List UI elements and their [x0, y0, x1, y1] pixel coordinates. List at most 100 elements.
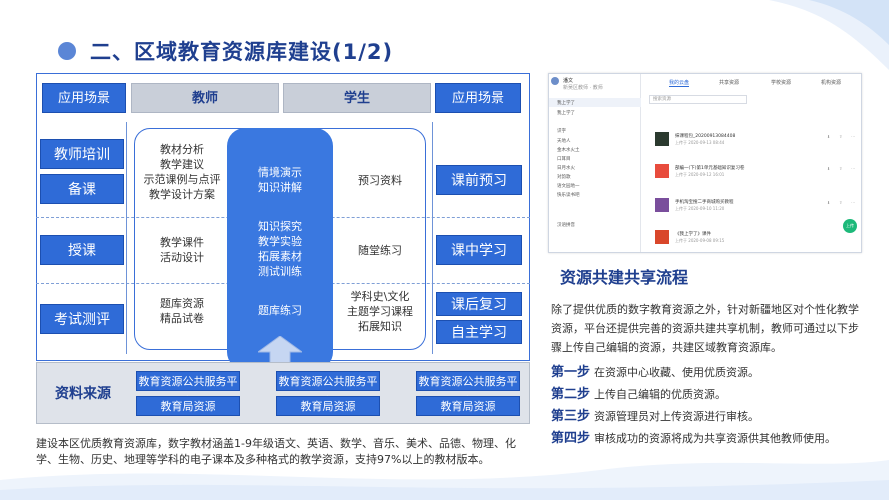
file-thumbnail [655, 132, 669, 146]
header-scene-right: 应用场景 [435, 83, 521, 113]
file-row[interactable]: 部编一(下)第1单元基础知识复习卷 上传于 2020-09-12 16:01 ⬇… [655, 164, 855, 182]
sidebar-item[interactable]: 语文园地一 [557, 183, 580, 189]
file-thumbnail [655, 198, 669, 212]
sidebar-item[interactable]: 识字 [557, 128, 566, 134]
scene-in-class: 课中学习 [436, 235, 522, 265]
step-label: 第四步 [551, 431, 591, 446]
teacher-item: 教学设计方案 [149, 188, 215, 201]
source-label: 资料来源 [55, 386, 111, 402]
share-icon[interactable]: ⇪ [839, 200, 842, 205]
sidebar-item[interactable]: 日月水火 [557, 165, 575, 171]
shared-item: 知识讲解 [258, 181, 302, 194]
file-row[interactable]: 《我上学了》课件 上传于 2020-09-08 09:15 [655, 230, 855, 248]
student-item: 学科史\文化 [350, 290, 410, 303]
shared-item: 拓展素材 [258, 250, 302, 263]
more-icon[interactable]: ⋯ [851, 166, 855, 171]
header-teacher: 教师 [131, 83, 279, 113]
file-row[interactable]: 手机淘宝搜二手商城购买教程 上传于 2020-09-10 11:20 ⬇ ⇪ ⋯ [655, 198, 855, 216]
header-scene-left: 应用场景 [42, 83, 126, 113]
shared-row-2: 知识探究 教学实验 拓展素材 测试训练 [227, 219, 333, 279]
file-title: 部编一(下)第1单元基础知识复习卷 [675, 166, 745, 171]
shared-item: 知识探究 [258, 220, 302, 233]
file-title: 手机淘宝搜二手商城购买教程 [675, 200, 734, 205]
file-date: 上传于 2020-09-08 09:15 [675, 238, 725, 243]
step-1: 第一步 在资源中心收藏、使用优质资源。 [551, 361, 759, 380]
scene-teacher-training: 教师培训 [40, 139, 124, 169]
step-text: 上传自己编辑的优质资源。 [594, 388, 727, 401]
step-3: 第三步 资源管理员对上传资源进行审核。 [551, 405, 759, 424]
header-student: 学生 [283, 83, 431, 113]
step-label: 第三步 [551, 409, 591, 424]
tab-school[interactable]: 学校资源 [771, 79, 791, 86]
user-info: 潘文 新吴区教师 · 教师 [563, 78, 603, 92]
shared-item: 题库练习 [258, 304, 302, 317]
sidebar-item[interactable]: 快乐读书吧 [557, 192, 580, 198]
download-icon[interactable]: ⬇ [827, 134, 830, 139]
scene-review: 课后复习 [436, 292, 522, 316]
step-label: 第二步 [551, 387, 591, 402]
shared-item: 教学实验 [258, 235, 302, 248]
file-date: 上传于 2020-09-13 08:44 [675, 140, 725, 145]
scene-assessment: 考试测评 [40, 304, 124, 334]
student-item: 预习资料 [358, 174, 402, 187]
tab-institution[interactable]: 机构资源 [821, 79, 841, 86]
download-icon[interactable]: ⬇ [827, 166, 830, 171]
step-text: 在资源中心收藏、使用优质资源。 [594, 366, 760, 379]
source-bureau: 教育局资源 [416, 396, 520, 416]
step-text: 资源管理员对上传资源进行审核。 [594, 410, 760, 423]
share-icon[interactable]: ⇪ [839, 134, 842, 139]
teacher-item: 教材分析 [160, 143, 204, 156]
teacher-row-3: 题库资源 精品试卷 [136, 296, 228, 326]
tab-shared[interactable]: 共享资源 [719, 79, 739, 86]
flow-title: 资源共建共享流程 [560, 268, 689, 287]
source-platform: 教育资源公共服务平台 [136, 371, 240, 408]
more-icon[interactable]: ⋯ [851, 200, 855, 205]
step-4: 第四步 审核成功的资源将成为共享资源供其他教师使用。 [551, 427, 836, 446]
teacher-item: 示范课例与点评 [143, 173, 221, 186]
source-platform: 教育资源公共服务平台 [276, 371, 380, 408]
teacher-item: 活动设计 [160, 251, 204, 264]
sidebar-item[interactable]: 口耳目 [557, 156, 571, 162]
search-input[interactable]: 搜索资源 [649, 95, 747, 104]
column-divider [432, 122, 433, 354]
step-2: 第二步 上传自己编辑的优质资源。 [551, 383, 726, 402]
more-icon[interactable]: ⋯ [851, 134, 855, 139]
flow-intro: 除了提供优质的数字教育资源之外，针对新疆地区对个性化教学资源，平台还提供完善的资… [551, 303, 859, 354]
teacher-item: 精品试卷 [160, 312, 204, 325]
screenshot-sidebar: 潘文 新吴区教师 · 教师 我上学了 我上学了 识字 天地人 金木水火土 口耳目… [549, 74, 641, 252]
coverage-note: 建设本区优质教育资源库，数字教材涵盖1-9年级语文、英语、数学、音乐、美术、品德… [36, 437, 516, 466]
avatar [551, 77, 559, 85]
corner-decoration [769, 0, 889, 70]
tab-my-cloud[interactable]: 我的云盘 [669, 79, 690, 87]
student-row-2: 随堂练习 [334, 243, 426, 258]
shared-item: 情境演示 [258, 166, 302, 179]
scene-self-study: 自主学习 [436, 320, 522, 344]
sidebar-item[interactable]: 汉语拼音 [557, 222, 575, 228]
page-title: 二、区域教育资源库建设(1/2) [90, 40, 394, 64]
title-bullet [58, 42, 76, 60]
file-row[interactable]: 抹课程包_20200913084408 上传于 2020-09-13 08:44… [655, 132, 855, 150]
share-icon[interactable]: ⇪ [839, 166, 842, 171]
scene-teaching: 授课 [40, 235, 124, 265]
student-item: 随堂练习 [358, 244, 402, 257]
teacher-item: 教学建议 [160, 158, 204, 171]
student-row-1: 预习资料 [334, 173, 426, 188]
scene-lesson-prep: 备课 [40, 174, 124, 204]
student-item: 主题学习课程 [347, 305, 413, 318]
column-divider [126, 122, 127, 354]
sidebar-item[interactable]: 我上学了 [557, 110, 575, 116]
user-name: 潘文 [563, 78, 574, 84]
file-date: 上传于 2020-09-12 16:01 [675, 172, 725, 177]
sidebar-item[interactable]: 我上学了 [557, 100, 575, 106]
sidebar-item[interactable]: 金木水火土 [557, 147, 580, 153]
shared-row-3: 题库练习 [227, 303, 333, 318]
shared-item: 测试训练 [258, 265, 302, 278]
platform-screenshot: 潘文 新吴区教师 · 教师 我上学了 我上学了 识字 天地人 金木水火土 口耳目… [548, 73, 862, 253]
download-icon[interactable]: ⬇ [827, 200, 830, 205]
upload-button[interactable]: 上传 [843, 219, 857, 233]
teacher-item: 教学课件 [160, 236, 204, 249]
source-bureau: 教育局资源 [276, 396, 380, 416]
step-label: 第一步 [551, 365, 591, 380]
sidebar-item[interactable]: 天地人 [557, 138, 571, 144]
sidebar-item[interactable]: 对韵歌 [557, 174, 571, 180]
